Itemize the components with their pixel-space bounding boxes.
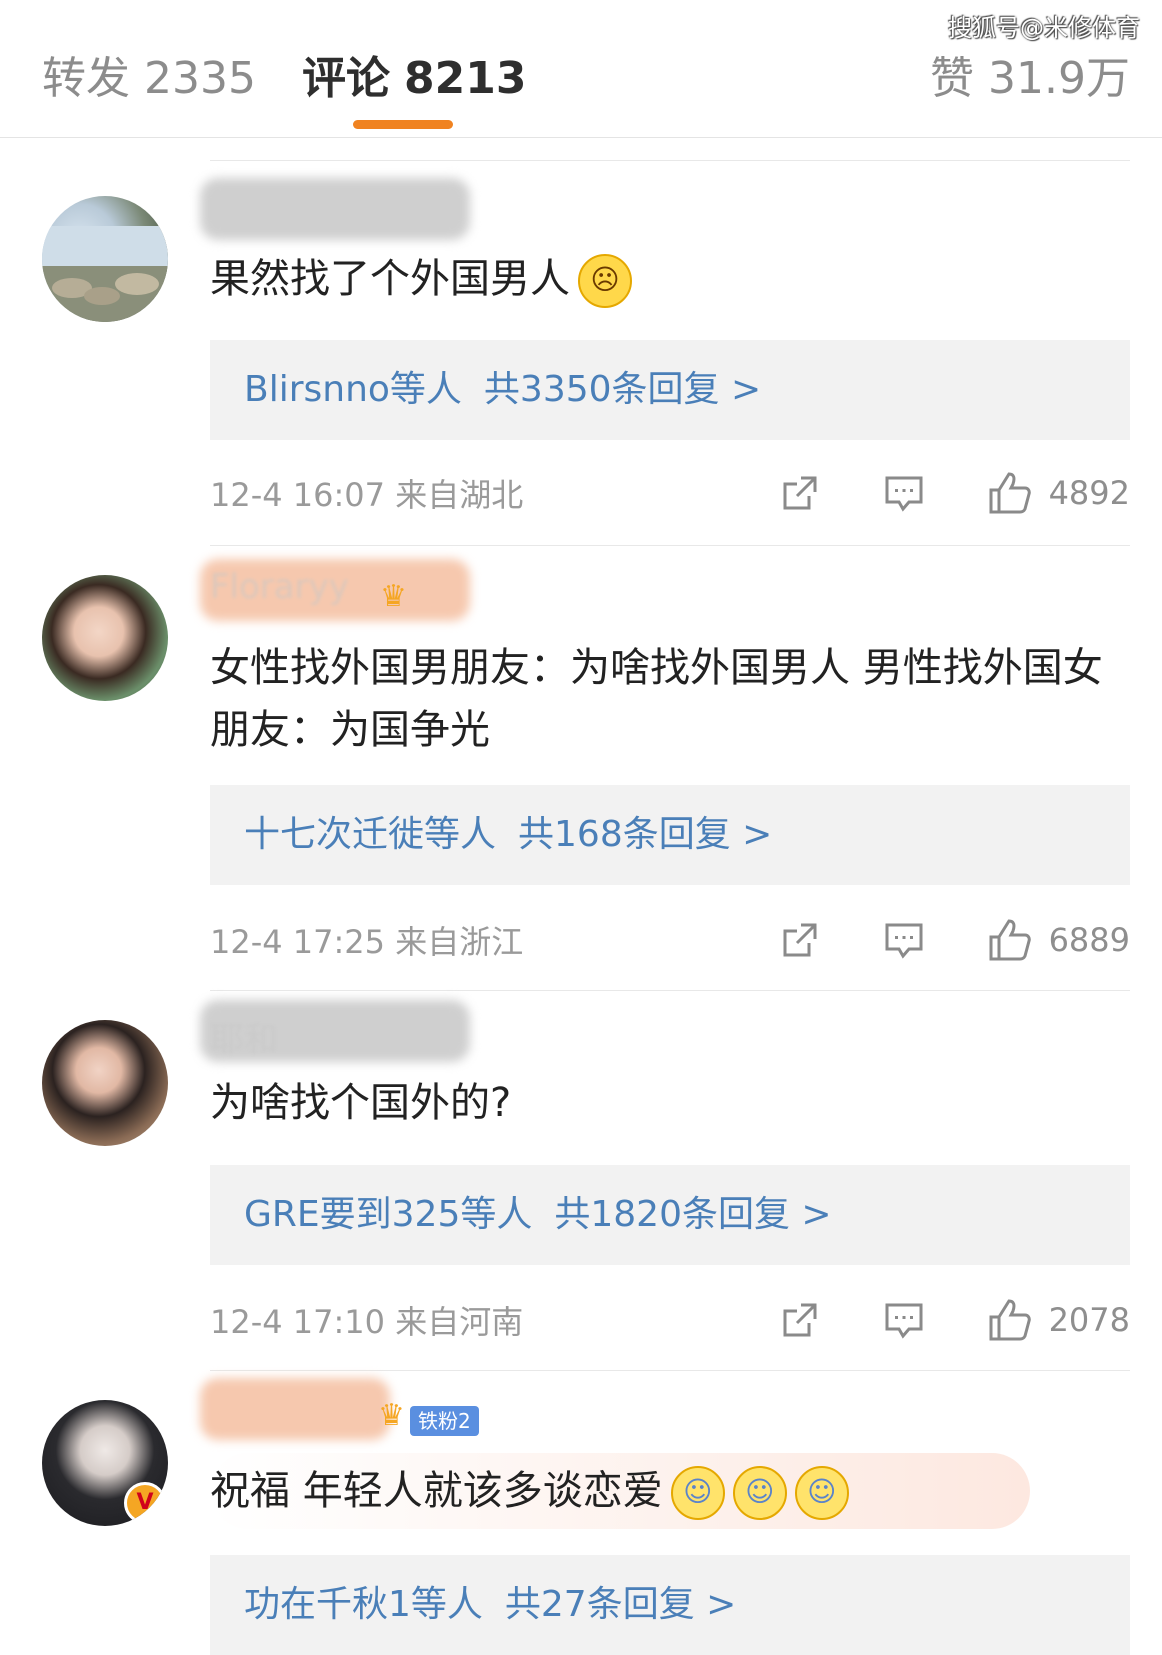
replies-total: 共27条回复 > — [504, 1584, 737, 1625]
comment-item: 果然找了个外国男人 ☹ Blirsnno等人 共3350条回复 > 12-4 16:… — [0, 160, 1162, 545]
comment-icon[interactable] — [883, 1299, 925, 1341]
comment-meta: 12-4 17:25 来自浙江 6889 — [210, 917, 1130, 967]
comment-tabs: 转发 2335 评论 8213 赞 31.9万 — [0, 0, 1162, 138]
comment-meta: 12-4 17:10 来自河南 2078 — [210, 1297, 1130, 1347]
like-icon[interactable] — [987, 1297, 1033, 1343]
replies-who: 功在千秋1等人 — [244, 1584, 483, 1625]
username-redacted[interactable] — [200, 1378, 390, 1440]
like-icon[interactable] — [987, 470, 1033, 516]
comment-icon[interactable] — [883, 472, 925, 514]
comment-time: 12-4 16:07 来自湖北 — [210, 476, 524, 514]
comment-time: 12-4 17:10 来自河南 — [210, 1303, 524, 1341]
like-icon[interactable] — [987, 917, 1033, 963]
tab-repost[interactable]: 转发 2335 — [42, 42, 256, 106]
verified-badge-icon: V — [124, 1482, 166, 1524]
crown-badge-icon: ♛ — [380, 579, 407, 614]
comment-meta: 12-4 16:07 来自湖北 4892 — [210, 470, 1130, 520]
replies-who: Blirsnno等人 — [244, 369, 462, 410]
fan-badge: 铁粉2 — [410, 1406, 479, 1436]
replies-total: 共3350条回复 > — [483, 369, 762, 410]
replies-link[interactable]: GRE要到325等人 共1820条回复 > — [210, 1165, 1130, 1265]
replies-link[interactable]: 十七次迁徙等人 共168条回复 > — [210, 785, 1130, 885]
tab-likes-label: 赞 — [930, 53, 975, 104]
share-icon[interactable] — [779, 472, 821, 514]
comment-text: 祝福 年轻人就该多谈恋爱 ☺ ☺ ☺ — [210, 1460, 1110, 1522]
replies-link[interactable]: 功在千秋1等人 共27条回复 > — [210, 1555, 1130, 1655]
replies-who: 十七次迁徙等人 — [244, 814, 497, 855]
like-count: 6889 — [1048, 921, 1130, 959]
tab-comments-count: 8213 — [404, 53, 527, 104]
like-count: 4892 — [1048, 474, 1130, 512]
like-count: 2078 — [1048, 1301, 1130, 1339]
username[interactable]: 耶和 — [210, 1012, 278, 1061]
username[interactable]: Floraryy — [210, 567, 349, 607]
divider — [210, 990, 1130, 991]
crown-badge-icon: ♛ — [378, 1398, 405, 1433]
laugh-cry-icon: ☺ — [794, 1466, 849, 1520]
share-icon[interactable] — [779, 919, 821, 961]
tab-comments[interactable]: 评论 8213 — [302, 42, 526, 106]
divider — [210, 160, 1130, 161]
username-redacted[interactable] — [200, 178, 470, 240]
comment-text: 为啥找个国外的? — [210, 1080, 512, 1126]
comment-text: 果然找了个外国男人 ☹ — [210, 248, 1110, 310]
tab-repost-count: 2335 — [144, 53, 256, 104]
tab-comments-label: 评论 — [302, 53, 390, 104]
replies-total: 共1820条回复 > — [554, 1194, 832, 1235]
avatar[interactable]: V — [42, 1400, 168, 1526]
avatar[interactable] — [42, 196, 168, 322]
laugh-cry-icon: ☺ — [732, 1466, 787, 1520]
laugh-cry-icon: ☺ — [670, 1466, 725, 1520]
angry-face-icon: ☹ — [578, 254, 632, 308]
active-tab-indicator — [353, 120, 453, 129]
tab-likes-count: 31.9万 — [988, 53, 1130, 104]
comment-time: 12-4 17:25 来自浙江 — [210, 923, 524, 961]
avatar[interactable] — [42, 1020, 168, 1146]
comment-text: 女性找外国男朋友：为啥找外国男人 男性找外国女朋友：为国争光 — [210, 645, 1103, 753]
replies-link[interactable]: Blirsnno等人 共3350条回复 > — [210, 340, 1130, 440]
comment-icon[interactable] — [883, 919, 925, 961]
replies-total: 共168条回复 > — [518, 814, 773, 855]
avatar[interactable] — [42, 575, 168, 701]
tab-repost-label: 转发 — [42, 53, 130, 104]
replies-who: GRE要到325等人 — [244, 1194, 533, 1235]
divider — [210, 545, 1130, 546]
share-icon[interactable] — [779, 1299, 821, 1341]
comment-item: Floraryy ♛ 女性找外国男朋友：为啥找外国男人 男性找外国女朋友：为国争… — [0, 545, 1162, 990]
tab-likes[interactable]: 赞 31.9万 — [930, 42, 1130, 106]
divider — [210, 1370, 1130, 1371]
comment-item: V ♛ 铁粉2 祝福 年轻人就该多谈恋爱 ☺ ☺ ☺ 功在千秋1等人 共27条回复 > — [0, 1370, 1162, 1655]
comment-item: 耶和 为啥找个国外的? GRE要到325等人 共1820条回复 > 12-4 17… — [0, 990, 1162, 1370]
